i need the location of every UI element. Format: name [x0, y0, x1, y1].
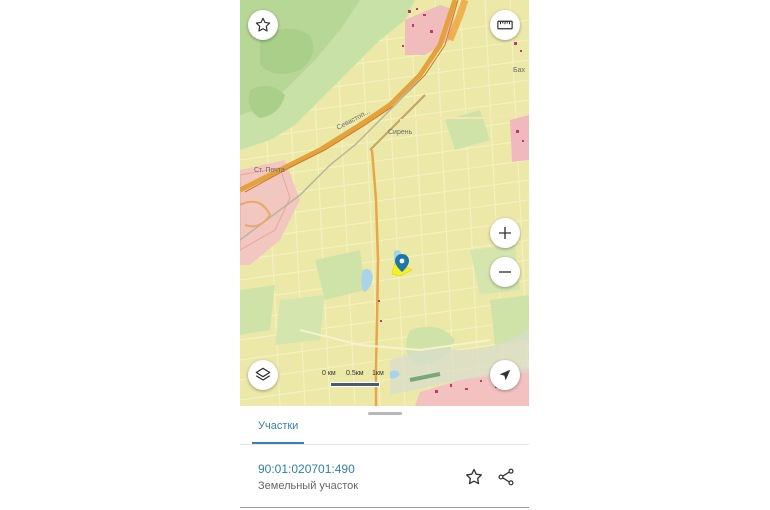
zoom-in-button[interactable] [490, 218, 520, 248]
navigation-arrow-icon [499, 369, 511, 381]
map-scale-bar: 0 км 0.5км 1км [322, 370, 390, 388]
app-screen: Севастоп... Сирень Ст. Почта Бах 0 км 0.… [240, 0, 529, 510]
my-location-button[interactable] [490, 360, 520, 390]
scale-label-zero: 0 км [322, 370, 336, 377]
plus-icon [499, 227, 511, 239]
ruler-button[interactable] [490, 10, 520, 40]
layers-icon [255, 367, 271, 381]
share-button[interactable] [495, 466, 517, 488]
scale-label-half: 0.5км [346, 370, 364, 377]
object-type-label: Земельный участок [258, 480, 359, 492]
cadastral-number-link[interactable]: 90:01:020701:490 [258, 462, 355, 476]
star-outline-icon [466, 468, 482, 485]
layers-button[interactable] [248, 360, 278, 390]
ruler-icon [497, 20, 513, 30]
sheet-drag-handle[interactable] [368, 412, 402, 415]
bottom-divider [240, 507, 529, 508]
minus-icon [499, 271, 511, 273]
scale-bar-line [330, 382, 380, 387]
favorites-button[interactable] [248, 10, 278, 40]
map-view[interactable]: Севастоп... Сирень Ст. Почта Бах 0 км 0.… [240, 0, 529, 406]
star-outline-icon [255, 17, 271, 32]
zoom-out-button[interactable] [490, 257, 520, 287]
map-label-siren: Сирень [388, 129, 413, 136]
sheet-tabs: Участки [240, 416, 529, 445]
favorite-button[interactable] [463, 466, 485, 488]
map-label-bakh: Бах [513, 67, 525, 74]
map-label-st-pochta: Ст. Почта [254, 167, 285, 174]
share-icon [498, 468, 514, 486]
bottom-sheet: Участки 90:01:020701:490 Земельный участ… [240, 406, 529, 510]
tab-plots[interactable]: Участки [252, 416, 305, 444]
map-canvas[interactable]: Севастоп... Сирень Ст. Почта Бах [240, 0, 529, 406]
search-result-item[interactable]: 90:01:020701:490 Земельный участок [240, 456, 529, 500]
scale-label-one: 1км [372, 370, 384, 377]
